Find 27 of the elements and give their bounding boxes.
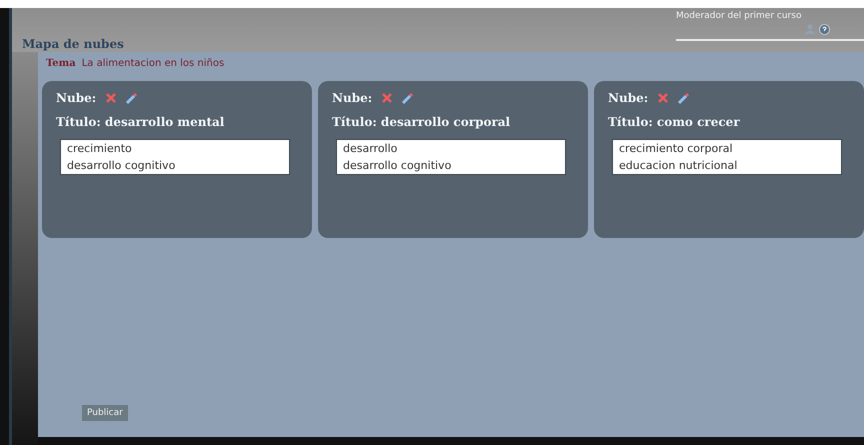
word-item[interactable]: desarrollo cognitivo [343, 159, 559, 172]
pencil-icon[interactable] [678, 92, 690, 104]
word-item[interactable]: educacion nutricional [619, 159, 835, 172]
word-item[interactable]: desarrollo cognitivo [67, 159, 283, 172]
cloud-title: Título: desarrollo mental [56, 115, 226, 129]
cloud-title: Título: desarrollo corporal [332, 115, 512, 129]
word-item[interactable]: desarrollo [343, 142, 559, 155]
close-icon[interactable] [106, 93, 116, 103]
user-role: Moderador del primer curso [676, 11, 802, 21]
word-list[interactable]: crecimiento desarrollo cognitivo [60, 139, 290, 175]
help-icon[interactable] [819, 24, 830, 35]
cloud-label: Nube: [332, 91, 372, 105]
cloud-title: Título: como crecer [608, 115, 741, 129]
topic-value: La alimentacion en los niños [82, 58, 224, 69]
close-icon[interactable] [658, 93, 668, 103]
cloud-label: Nube: [608, 91, 648, 105]
pencil-icon[interactable] [402, 92, 414, 104]
cloud-label: Nube: [56, 91, 96, 105]
pencil-icon[interactable] [126, 92, 138, 104]
page-title: Mapa de nubes [22, 37, 124, 51]
word-list[interactable]: crecimiento corporal educacion nutricional [612, 139, 842, 175]
word-item[interactable]: crecimiento corporal [619, 142, 835, 155]
publish-button[interactable]: Publicar [82, 405, 128, 421]
word-item[interactable]: crecimiento [67, 142, 283, 155]
close-icon[interactable] [382, 93, 392, 103]
word-list[interactable]: desarrollo desarrollo cognitivo [336, 139, 566, 175]
topic-label: Tema [46, 58, 76, 69]
